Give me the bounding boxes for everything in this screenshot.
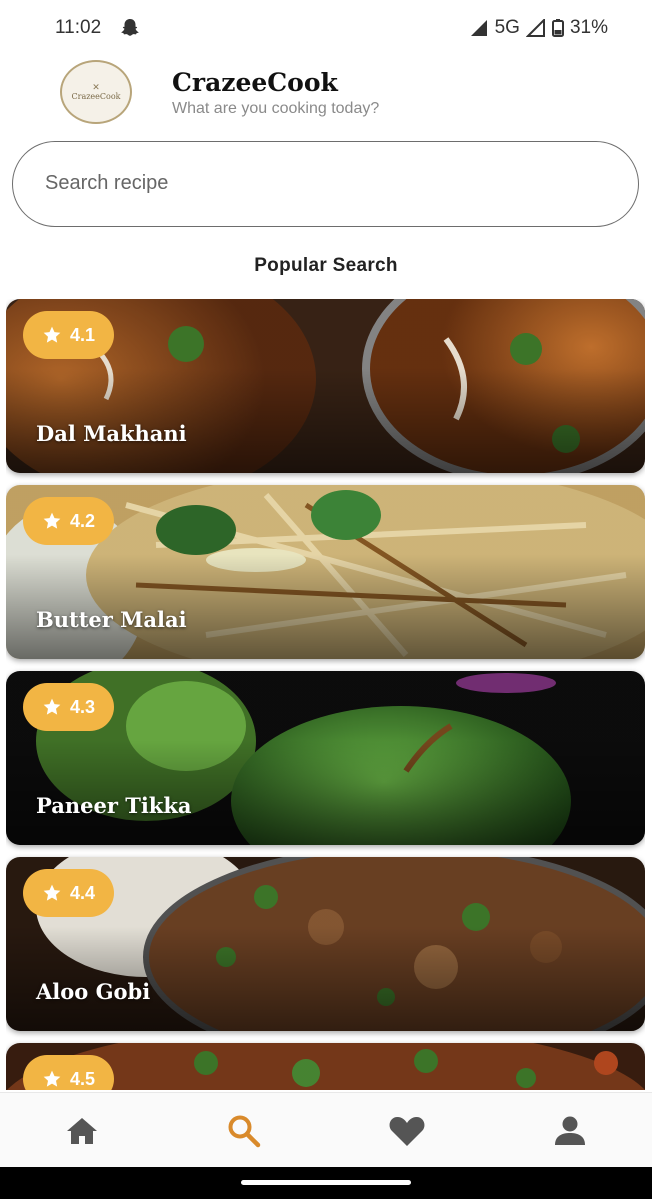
rating-value: 4.1 (69, 324, 96, 345)
logo-utensils-icon: ✕ (92, 82, 100, 92)
network-type: 5G (494, 17, 520, 38)
section-title: Popular Search (254, 255, 398, 276)
recipe-list[interactable]: 4.1 Dal Makhani 4.2 Butter Malai 4.3 Pan… (6, 299, 645, 1090)
signal-secondary-icon (525, 19, 546, 37)
recipe-card[interactable]: 4.2 Butter Malai (6, 485, 645, 659)
star-icon (43, 1070, 61, 1087)
ghost-notification-icon (118, 16, 142, 40)
rating-value: 4.4 (69, 882, 96, 903)
rating-badge: 4.5 (23, 1055, 114, 1090)
person-icon (555, 1116, 585, 1145)
nav-search[interactable] (224, 1111, 264, 1151)
signal-icon (469, 19, 489, 37)
star-icon (43, 512, 61, 529)
recipe-card[interactable]: 4.5 (6, 1043, 645, 1090)
gesture-area (0, 1167, 652, 1199)
home-icon (67, 1118, 97, 1144)
status-indicators: 5G 31% (469, 17, 608, 39)
rating-value: 4.3 (69, 696, 96, 717)
recipe-name: Aloo Gobi (36, 979, 151, 1004)
nav-profile[interactable] (550, 1111, 590, 1151)
battery-level: 31% (569, 17, 608, 38)
rating-badge: 4.4 (23, 869, 114, 917)
rating-value: 4.2 (69, 510, 96, 531)
star-icon (43, 884, 61, 901)
recipe-name: Paneer Tikka (36, 793, 192, 818)
recipe-card[interactable]: 4.3 Paneer Tikka (6, 671, 645, 845)
recipe-name: Dal Makhani (36, 421, 187, 446)
recipe-card[interactable]: 4.1 Dal Makhani (6, 299, 645, 473)
rating-value: 4.5 (69, 1068, 96, 1089)
nav-home[interactable] (62, 1111, 102, 1151)
rating-badge: 4.1 (23, 311, 114, 359)
logo-text: CrazeeCook (71, 92, 121, 101)
app-logo: ✕ CrazeeCook (60, 60, 132, 124)
star-icon (43, 326, 61, 343)
home-gesture-bar[interactable] (241, 1180, 411, 1185)
recipe-name: Butter Malai (36, 607, 187, 632)
search-input[interactable] (45, 172, 605, 195)
bottom-nav (0, 1092, 652, 1167)
search-icon (228, 1115, 261, 1148)
recipe-card[interactable]: 4.4 Aloo Gobi (6, 857, 645, 1031)
status-bar: 11:02 5G 31% (0, 0, 652, 56)
search-box[interactable] (12, 141, 639, 227)
rating-badge: 4.2 (23, 497, 114, 545)
status-time: 11:02 (55, 17, 102, 38)
star-icon (43, 698, 61, 715)
battery-icon (551, 19, 564, 37)
app-subtitle: What are you cooking today? (172, 100, 380, 117)
rating-badge: 4.3 (23, 683, 114, 731)
nav-favorites[interactable] (387, 1111, 427, 1151)
app-title: CrazeeCook (172, 68, 338, 97)
heart-icon (389, 1117, 425, 1146)
